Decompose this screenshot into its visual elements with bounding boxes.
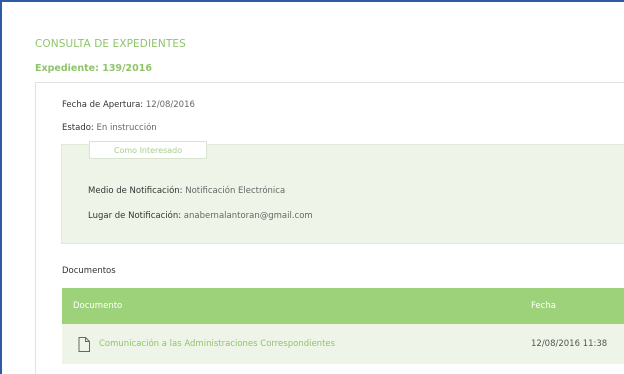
column-header-documento: Documento	[73, 301, 123, 311]
fecha-apertura-label: Fecha de Apertura:	[62, 100, 144, 110]
documents-table-header: Documento Fecha	[62, 288, 624, 324]
expediente-detail-panel: Fecha de Apertura: 12/08/2016 Estado: En…	[35, 82, 624, 374]
lugar-notificacion-value: anabernalantoran@gmail.com	[183, 211, 313, 221]
medio-notificacion-label: Medio de Notificación:	[88, 186, 183, 196]
como-interesado-tab[interactable]: Como Interesado	[89, 141, 207, 159]
column-header-fecha: Fecha	[531, 301, 556, 311]
fecha-apertura-value: 12/08/2016	[145, 100, 195, 110]
lugar-notificacion-label: Lugar de Notificación:	[88, 211, 182, 221]
estado-label: Estado:	[62, 123, 94, 133]
document-date: 12/08/2016 11:38	[531, 339, 608, 349]
estado-value: En instrucción	[96, 123, 157, 133]
document-icon	[78, 337, 90, 352]
lugar-notificacion-row: Lugar de Notificación: anabernalantoran@…	[88, 211, 313, 221]
estado-row: Estado: En instrucción	[62, 123, 157, 133]
section-title: CONSULTA DE EXPEDIENTES	[35, 38, 186, 50]
expediente-title: Expediente: 139/2016	[35, 63, 152, 74]
screenshot-frame: CONSULTA DE EXPEDIENTES Expediente: 139/…	[0, 0, 624, 374]
interesado-box: Como Interesado Medio de Notificación: N…	[61, 141, 624, 244]
table-row[interactable]: Comunicación a las Administraciones Corr…	[62, 324, 624, 364]
fecha-apertura-row: Fecha de Apertura: 12/08/2016	[62, 100, 195, 110]
medio-notificacion-row: Medio de Notificación: Notificación Elec…	[88, 186, 285, 196]
document-link[interactable]: Comunicación a las Administraciones Corr…	[99, 324, 335, 364]
medio-notificacion-value: Notificación Electrónica	[185, 186, 286, 196]
documentos-heading: Documentos	[62, 266, 116, 276]
